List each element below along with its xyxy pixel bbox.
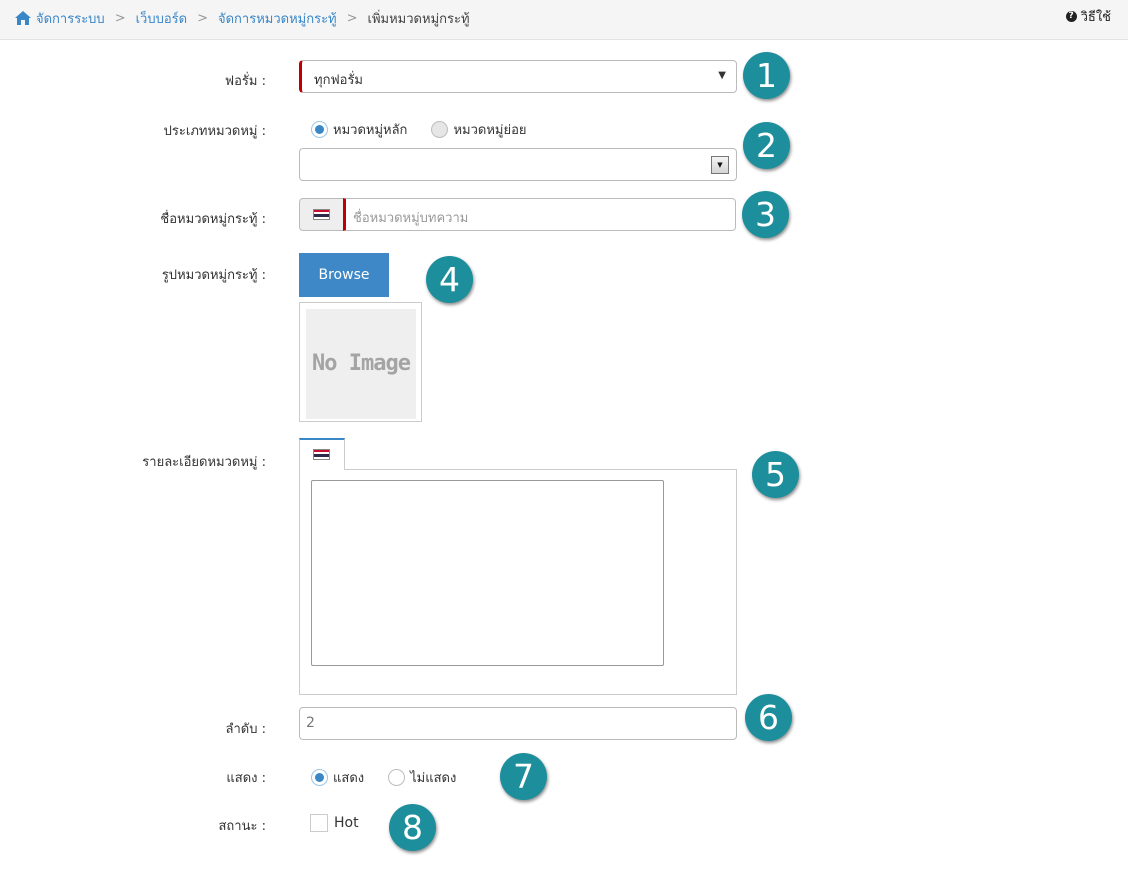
parent-category-select[interactable]: ▼ xyxy=(299,148,737,181)
category-detail-textarea[interactable] xyxy=(311,480,664,666)
hot-checkbox-label: Hot xyxy=(334,815,359,831)
breadcrumb-item-manage-categories[interactable]: จัดการหมวดหมู่กระทู้ xyxy=(218,8,337,29)
step-badge-7: 7 xyxy=(500,753,547,800)
image-preview: No Image xyxy=(299,302,422,422)
help-link[interactable]: ? วิธีใช้ xyxy=(1065,6,1111,27)
language-addon xyxy=(299,198,344,231)
caret-down-icon: ▼ xyxy=(718,70,726,81)
forum-select-value: ทุกฟอรั่ม xyxy=(314,73,364,88)
category-detail-label: รายละเอียดหมวดหมู่ : xyxy=(142,455,266,470)
status-hot-option: Hot xyxy=(310,814,359,832)
radio-display-show-label: แสดง xyxy=(333,771,365,786)
display-label: แสดง : xyxy=(226,771,266,786)
thai-flag-icon xyxy=(313,449,330,460)
radio-sub-category[interactable] xyxy=(431,121,449,138)
step-badge-4: 4 xyxy=(426,256,473,303)
breadcrumb-item-webboard[interactable]: เว็บบอร์ด xyxy=(136,8,187,29)
category-name-input[interactable]: ชื่อหมวดหมู่บทความ xyxy=(343,198,736,231)
breadcrumb-current: เพิ่มหมวดหมู่กระทู้ xyxy=(367,11,470,27)
forum-select[interactable]: ทุกฟอรั่ม ▼ xyxy=(299,60,737,93)
help-label: วิธีใช้ xyxy=(1080,10,1111,25)
no-image-placeholder: No Image xyxy=(306,309,416,419)
browse-button[interactable]: Browse xyxy=(299,253,389,297)
breadcrumb-separator: > xyxy=(197,10,208,26)
detail-editor-panel xyxy=(299,469,737,695)
radio-display-show[interactable] xyxy=(311,769,328,786)
breadcrumb-separator: > xyxy=(346,10,358,26)
order-label: ลำดับ : xyxy=(225,722,266,737)
breadcrumb: จัดการระบบ > เว็บบอร์ด > จัดการหมวดหมู่ก… xyxy=(14,9,470,27)
category-name-group: ชื่อหมวดหมู่บทความ xyxy=(299,198,736,231)
display-radio-group: แสดง ไม่แสดง xyxy=(311,767,480,788)
radio-sub-category-label: หมวดหมู่ย่อย xyxy=(453,123,527,138)
breadcrumb-item-system[interactable]: จัดการระบบ xyxy=(36,8,105,29)
forum-label: ฟอรั่ม : xyxy=(224,74,266,89)
hot-checkbox[interactable] xyxy=(310,814,328,832)
radio-main-category[interactable] xyxy=(311,121,328,138)
order-input[interactable]: 2 xyxy=(299,707,737,740)
step-badge-8: 8 xyxy=(389,804,436,851)
question-circle-icon: ? xyxy=(1065,11,1077,22)
top-bar: จัดการระบบ > เว็บบอร์ด > จัดการหมวดหมู่ก… xyxy=(0,0,1128,40)
category-type-label: ประเภทหมวดหมู่ : xyxy=(163,124,266,139)
dropdown-arrow-icon[interactable]: ▼ xyxy=(711,156,729,174)
step-badge-2: 2 xyxy=(743,122,790,169)
step-badge-1: 1 xyxy=(743,52,790,99)
step-badge-5: 5 xyxy=(752,451,799,498)
step-badge-3: 3 xyxy=(742,191,789,238)
radio-display-hide[interactable] xyxy=(388,769,406,786)
radio-main-category-label: หมวดหมู่หลัก xyxy=(333,123,408,138)
status-label: สถานะ : xyxy=(218,819,267,834)
tab-thai-language[interactable] xyxy=(299,438,345,470)
category-image-label: รูปหมวดหมู่กระทู้ : xyxy=(161,268,266,283)
home-icon[interactable] xyxy=(14,10,32,26)
category-type-radio-group: หมวดหมู่หลัก หมวดหมู่ย่อย xyxy=(311,119,551,140)
radio-display-hide-label: ไม่แสดง xyxy=(410,771,457,786)
breadcrumb-separator: > xyxy=(114,10,126,26)
category-name-label: ชื่อหมวดหมู่กระทู้ : xyxy=(160,212,266,227)
thai-flag-icon xyxy=(313,209,330,220)
step-badge-6: 6 xyxy=(745,694,792,741)
